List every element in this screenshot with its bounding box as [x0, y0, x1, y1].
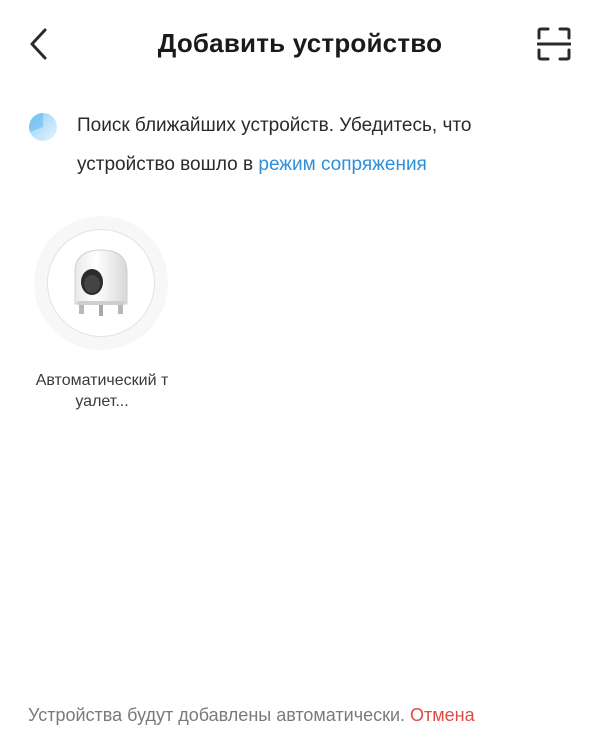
footer-note: Устройства будут добавлены автоматически…	[28, 705, 588, 726]
device-icon-frame	[47, 229, 155, 337]
add-device-screen: Добавить устройство Поиск ближайших устр…	[0, 0, 600, 754]
searching-spinner-icon	[29, 113, 57, 141]
auto-add-text: Устройства будут добавлены автоматически…	[28, 705, 411, 725]
page-title: Добавить устройство	[157, 28, 443, 58]
device-icon-background	[34, 216, 168, 350]
device-item[interactable]: Автоматический туалет...	[34, 216, 170, 412]
device-name: Автоматический туалет...	[35, 372, 169, 410]
litter-box-icon	[74, 249, 128, 316]
cancel-button[interactable]: Отмена	[410, 705, 475, 725]
pairing-mode-link[interactable]: режим сопряжения	[258, 154, 426, 175]
search-message: Поиск ближайших устройств. Убедитесь, чт…	[77, 106, 567, 184]
scan-button[interactable]	[534, 24, 574, 64]
scan-frame-icon	[537, 27, 571, 61]
header: Добавить устройство	[0, 0, 600, 88]
